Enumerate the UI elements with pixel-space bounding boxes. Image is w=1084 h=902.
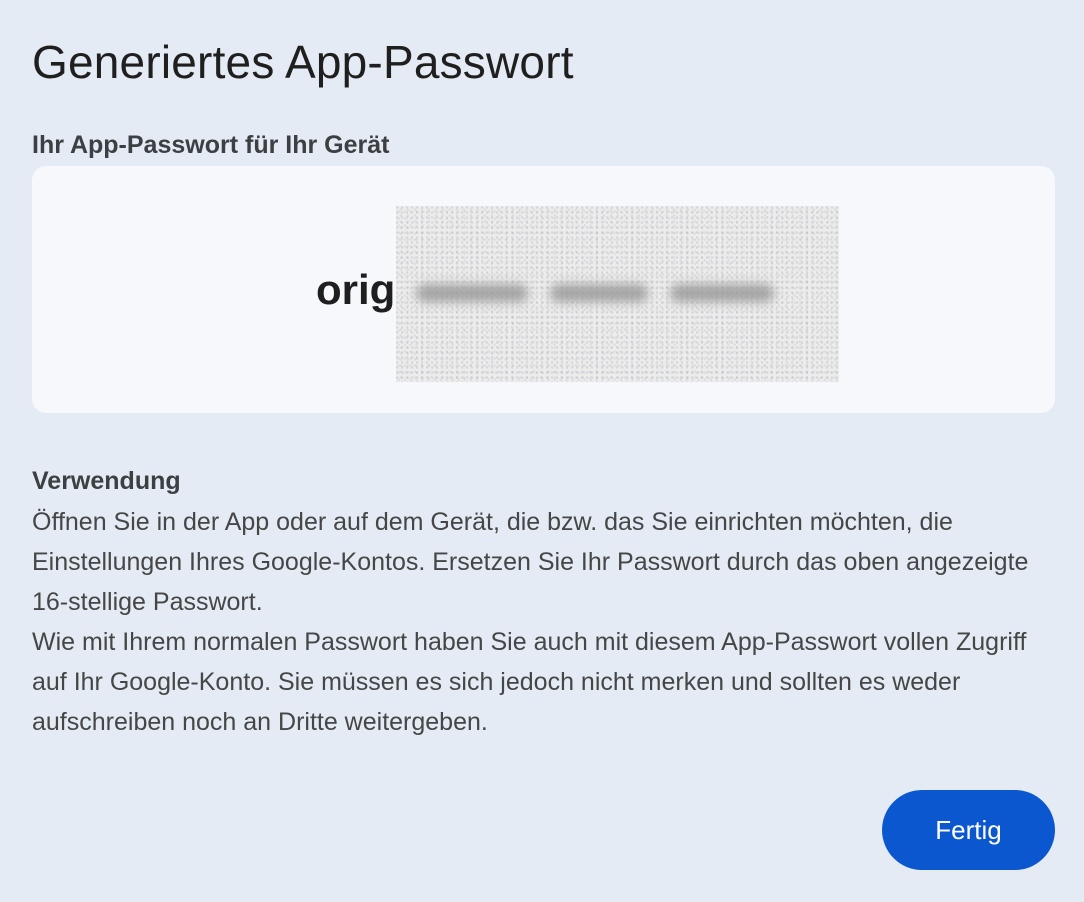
usage-paragraph: Wie mit Ihrem normalen Passwort haben Si… [32, 628, 1027, 736]
usage-heading: Verwendung [32, 467, 181, 495]
done-button[interactable]: Fertig [882, 790, 1055, 870]
usage-paragraph: Öffnen Sie in der App oder auf dem Gerät… [32, 508, 1029, 616]
usage-text: Öffnen Sie in der App oder auf dem Gerät… [32, 502, 1062, 742]
password-label: Ihr App-Passwort für Ihr Gerät [32, 131, 390, 159]
password-redaction [396, 206, 839, 382]
redacted-password-blur [416, 272, 774, 314]
app-password-dialog: Generiertes App-Passwort Ihr App-Passwor… [0, 0, 1084, 902]
password-box[interactable]: orig [32, 166, 1055, 413]
dialog-title: Generiertes App-Passwort [32, 36, 574, 88]
password-text[interactable]: orig [316, 264, 395, 316]
